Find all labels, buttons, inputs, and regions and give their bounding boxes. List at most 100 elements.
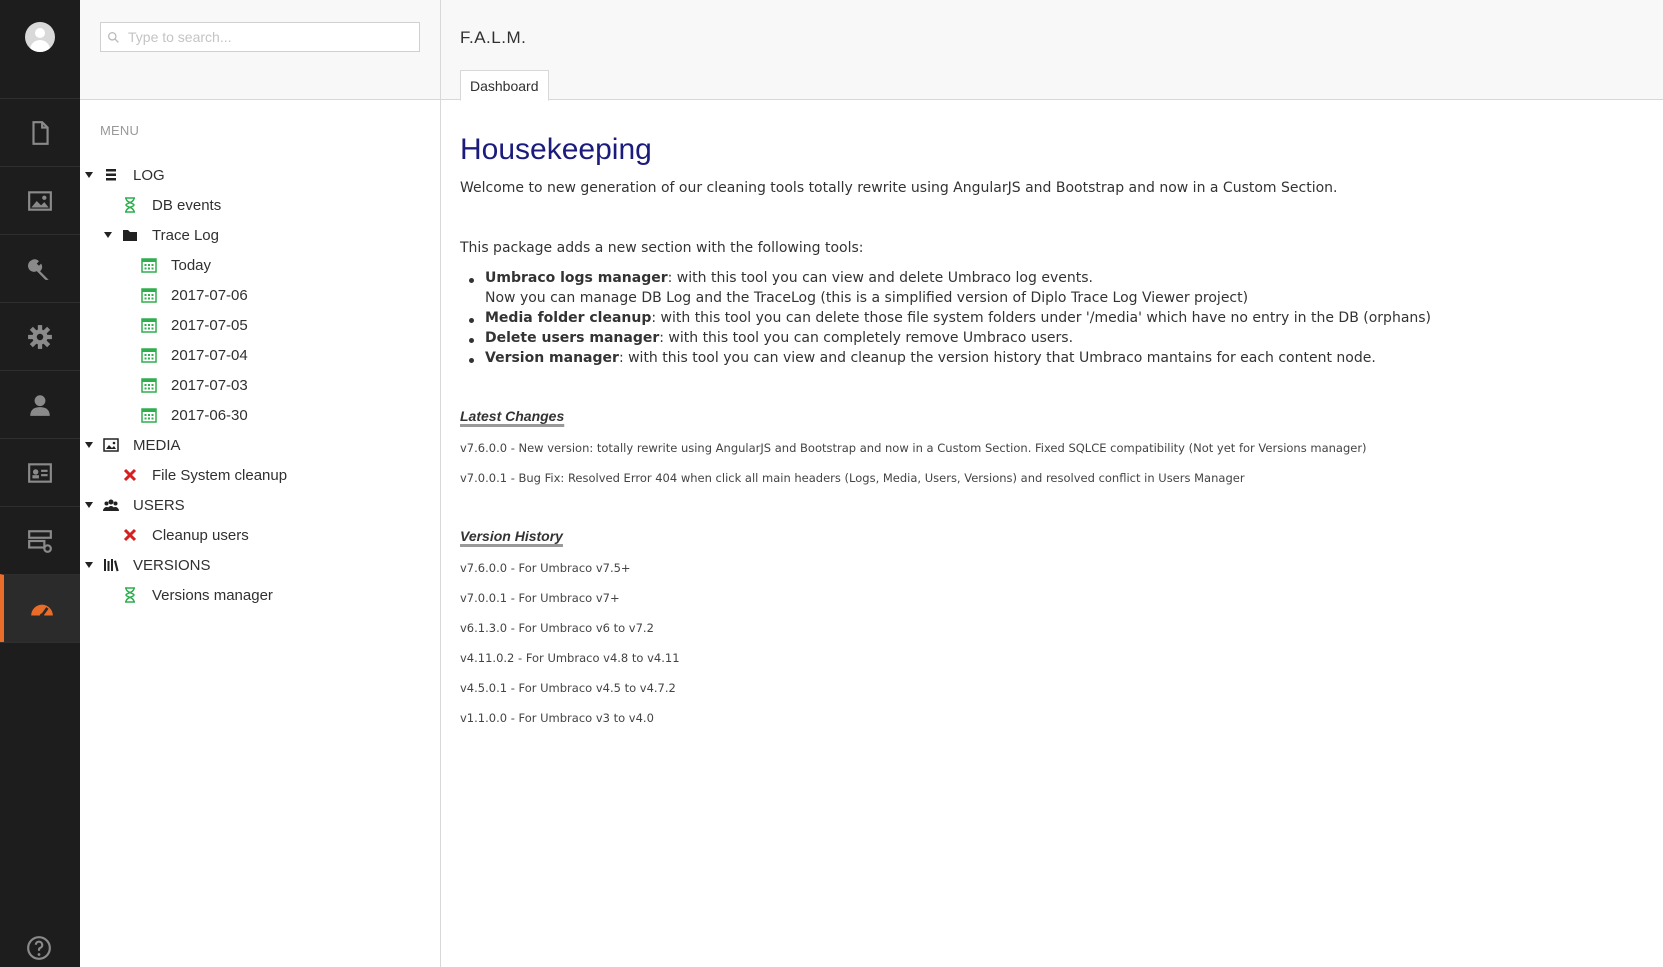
tree-node-media[interactable]: MEDIA [85,431,181,459]
tree-node-label: VERSIONS [133,556,211,574]
tree-node-label: Versions manager [152,586,273,604]
tree-node-label: MEDIA [133,436,181,454]
tree-node-cleanup-users[interactable]: Cleanup users [122,521,249,549]
section-members[interactable] [0,438,80,506]
tree-node-label: File System cleanup [152,466,288,484]
tool-desc: : with this tool you can delete those fi… [651,310,1432,326]
delete-x-icon [122,467,138,483]
calendar-icon [141,287,157,303]
bullet [469,358,474,363]
folder-icon [122,227,138,243]
change-item: v7.0.0.1 - Bug Fix: Resolved Error 404 w… [460,471,1245,485]
avatar[interactable] [25,22,55,52]
search-box[interactable] [100,22,420,52]
tree-node-label: USERS [133,496,185,514]
search-input[interactable] [128,24,418,50]
tree-node-label: Cleanup users [152,526,249,544]
section-divider [0,642,80,643]
hourglass-icon [122,587,138,603]
tool-note: Now you can manage DB Log and the TraceL… [485,290,1249,306]
help-icon[interactable] [26,935,52,961]
section-users[interactable] [0,370,80,438]
tree-node-log[interactable]: LOG [85,161,165,189]
editor-header: F.A.L.M. Dashboard [441,0,1663,101]
bullet [469,318,474,323]
tool-item: Delete users manager: with this tool you… [485,330,1073,346]
tree-node-label: 2017-07-04 [171,346,248,364]
wrench-icon [27,258,49,280]
section-media[interactable] [0,166,80,234]
tab-dashboard[interactable]: Dashboard [460,70,549,101]
change-item: v7.6.0.0 - New version: totally rewrite … [460,441,1367,455]
expand-caret-icon[interactable] [85,502,93,508]
tree-node-date[interactable]: 2017-06-30 [141,401,248,429]
expand-caret-icon[interactable] [104,232,112,238]
bullet [469,278,474,283]
user-icon [30,394,50,416]
tree-node-versions[interactable]: VERSIONS [85,551,211,579]
history-item: v1.1.0.0 - For Umbraco v3 to v4.0 [460,711,654,725]
section-content[interactable] [0,98,80,166]
bullet [469,338,474,343]
section-falm[interactable] [0,574,80,642]
calendar-icon [141,377,157,393]
tree-node-versions-manager[interactable]: Versions manager [122,581,273,609]
tree-node-label: 2017-07-03 [171,376,248,394]
tree-node-trace-log[interactable]: Trace Log [104,221,219,249]
tool-item: Version manager: with this tool you can … [485,350,1376,366]
users-group-icon [103,497,119,513]
page-title: Housekeeping [460,133,652,166]
tree-node-file-system-cleanup[interactable]: File System cleanup [122,461,287,489]
main-area: F.A.L.M. Dashboard Housekeeping Welcome … [441,0,1663,967]
welcome-text: Welcome to new generation of our cleanin… [460,180,1338,196]
tree-node-date[interactable]: 2017-07-06 [141,281,248,309]
image-icon [103,437,119,453]
tree-search-area [80,0,440,100]
calendar-icon [141,347,157,363]
search-icon [107,31,119,43]
tool-desc: : with this tool you can view and cleanu… [618,350,1376,366]
history-item: v4.11.0.2 - For Umbraco v4.8 to v4.11 [460,651,680,665]
hourglass-icon [122,197,138,213]
list-icon [103,167,119,183]
tool-name: Umbraco logs manager [485,270,668,286]
tool-name: Delete users manager [485,330,660,346]
tool-desc: : with this tool you can completely remo… [659,330,1074,346]
calendar-icon [141,317,157,333]
history-item: v6.1.3.0 - For Umbraco v6 to v7.2 [460,621,654,635]
tree-node-users[interactable]: USERS [85,491,185,519]
delete-x-icon [122,527,138,543]
tree-node-date[interactable]: 2017-07-04 [141,341,248,369]
expand-caret-icon[interactable] [85,562,93,568]
section-developer[interactable] [0,302,80,370]
expand-caret-icon[interactable] [85,172,93,178]
calendar-icon [141,407,157,423]
tree-node-db-events[interactable]: DB events [122,191,221,219]
tool-name: Media folder cleanup [485,310,652,326]
tree-node-label: Today [171,256,212,274]
menu-heading: MENU [100,123,140,138]
tree-panel: MENU LOG DB events Trace Log Today 2017-… [80,0,441,967]
history-item: v7.0.0.1 - For Umbraco v7+ [460,591,620,605]
tool-desc: : with this tool you can view and delete… [667,270,1093,286]
gear-icon [28,324,52,349]
section-settings[interactable] [0,234,80,302]
tool-name: Version manager [485,350,619,366]
expand-caret-icon[interactable] [85,442,93,448]
server-icon [28,529,52,553]
tree-node-label: 2017-07-05 [171,316,248,334]
section-forms[interactable] [0,506,80,574]
latest-changes-heading: Latest Changes [460,408,565,424]
books-icon [103,557,119,573]
tool-item: Umbraco logs manager: with this tool you… [485,270,1093,286]
tree-node-today[interactable]: Today [141,251,211,279]
tree-node-date[interactable]: 2017-07-05 [141,311,248,339]
tree-node-label: Trace Log [152,226,219,244]
tree-node-label: LOG [133,166,165,184]
intro-text: This package adds a new section with the… [460,240,864,256]
tool-item: Media folder cleanup: with this tool you… [485,310,1431,326]
page-name: F.A.L.M. [460,28,527,47]
id-card-icon [28,462,52,483]
tree-node-date[interactable]: 2017-07-03 [141,371,248,399]
sections-bar [0,0,80,967]
